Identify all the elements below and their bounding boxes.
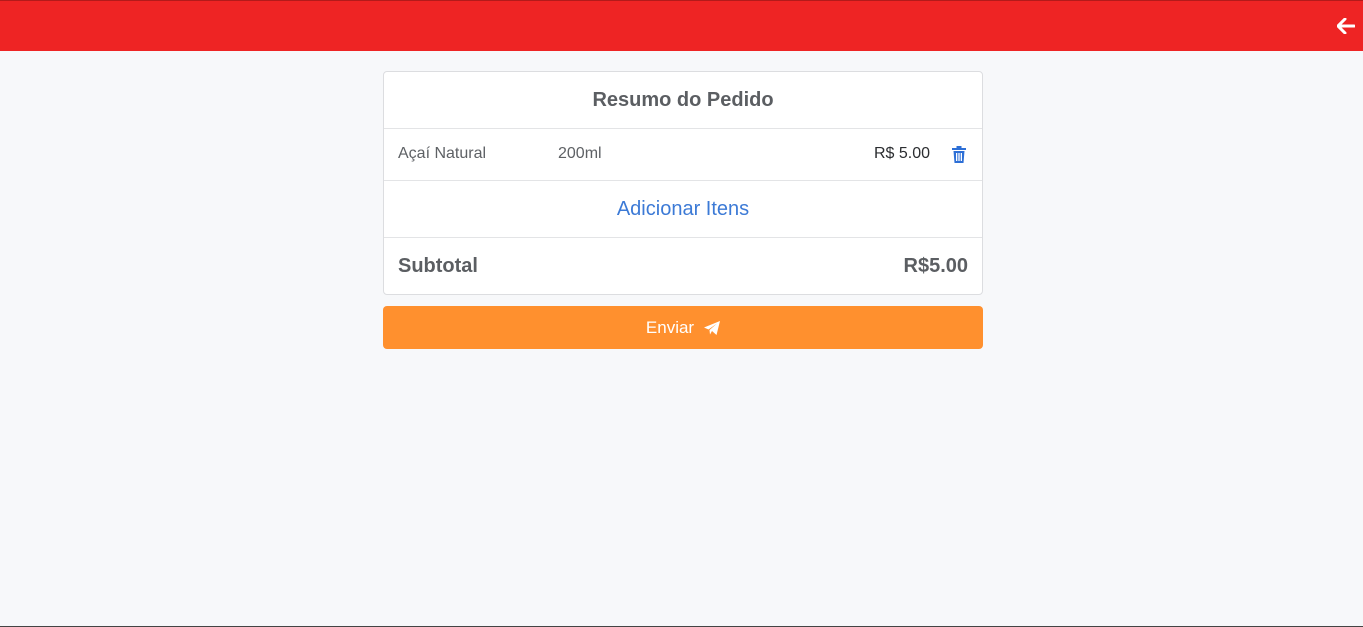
order-item-row: Açaí Natural 200ml R$ 5.00 xyxy=(384,129,982,181)
delete-item-button[interactable] xyxy=(952,146,966,163)
add-items-link[interactable]: Adicionar Itens xyxy=(617,198,749,221)
subtotal-row: Subtotal R$5.00 xyxy=(384,238,982,294)
order-summary-card: Resumo do Pedido Açaí Natural 200ml R$ 5… xyxy=(383,71,983,295)
subtotal-value: R$5.00 xyxy=(903,255,969,277)
trash-icon xyxy=(952,146,966,163)
back-button[interactable] xyxy=(1335,15,1357,37)
paper-plane-icon xyxy=(704,320,721,335)
order-summary-title: Resumo do Pedido xyxy=(384,72,982,129)
item-size: 200ml xyxy=(558,145,602,162)
item-price: R$ 5.00 xyxy=(873,145,930,162)
send-button-label: Enviar xyxy=(645,317,695,337)
add-items-row: Adicionar Itens xyxy=(384,181,982,238)
item-name: Açaí Natural xyxy=(398,145,487,162)
arrow-left-icon xyxy=(1337,18,1355,34)
send-button[interactable]: Enviar xyxy=(383,306,983,349)
subtotal-label: Subtotal xyxy=(398,255,478,277)
top-bar xyxy=(0,0,1363,51)
